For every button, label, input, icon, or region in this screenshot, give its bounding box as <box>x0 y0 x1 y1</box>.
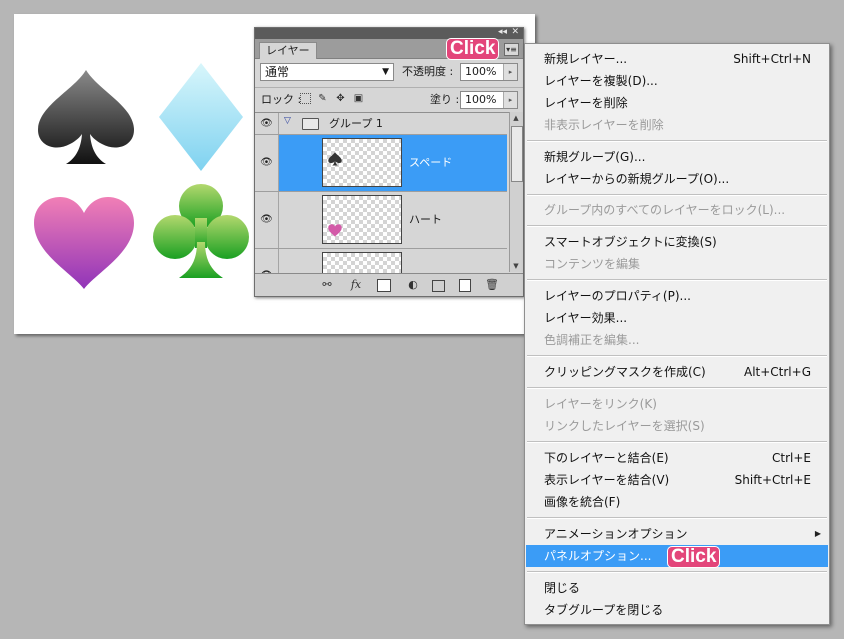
click-annotation-badge: Click <box>447 39 499 59</box>
link-icon[interactable]: ⚯ <box>319 278 335 292</box>
spade-shape <box>38 70 134 164</box>
menu-item-animation-options[interactable]: アニメーションオプション ▶ <box>526 523 828 545</box>
visibility-cell[interactable]: 👁 <box>255 249 279 273</box>
menu-item-merge-visible[interactable]: 表示レイヤーを結合(V) Shift+Ctrl+E <box>526 469 828 491</box>
adjustment-icon[interactable]: ◐ <box>405 278 421 292</box>
panel-menu-icon[interactable]: ▾≡ <box>504 43 519 56</box>
layer-row[interactable]: 👁 <box>255 249 507 273</box>
layers-scrollbar[interactable]: ▲ ▼ <box>509 112 523 272</box>
eye-icon[interactable]: 👁 <box>260 158 273 168</box>
menu-item-select-linked-layers[interactable]: リンクしたレイヤーを選択(S) <box>526 415 828 437</box>
lock-label: ロック : <box>261 93 302 106</box>
folder-icon <box>302 118 319 130</box>
menu-item-close[interactable]: 閉じる <box>526 577 828 599</box>
menu-item-group-from-layers[interactable]: レイヤーからの新規グループ(O)... <box>526 168 828 190</box>
opacity-value: 100% <box>465 65 497 78</box>
fill-label: 塗り : <box>430 93 460 106</box>
menu-separator <box>527 279 827 281</box>
fill-value: 100% <box>465 93 497 106</box>
menu-item-new-layer[interactable]: 新規レイヤー... Shift+Ctrl+N <box>526 48 828 70</box>
menu-item-duplicate-layer[interactable]: レイヤーを複製(D)... <box>526 70 828 92</box>
dropdown-arrow-icon: ▼ <box>382 67 389 77</box>
blend-opacity-row: 通常 ▼ 不透明度 : 100% ▸ <box>255 59 523 85</box>
menu-item-lock-group-layers[interactable]: グループ内のすべてのレイヤーをロック(L)... <box>526 199 828 221</box>
menu-separator <box>527 517 827 519</box>
trash-icon[interactable]: 🗑 <box>485 278 499 292</box>
layer-row-group[interactable]: 👁 ▽ グループ 1 <box>255 113 507 135</box>
lock-transparency-icon[interactable] <box>300 93 311 104</box>
club-shape <box>153 184 249 278</box>
menu-separator <box>527 194 827 196</box>
panel-footer: ⚯ fx ◐ 🗑 <box>255 273 523 296</box>
menu-item-edit-adjustment[interactable]: 色調補正を編集... <box>526 329 828 351</box>
tab-layers[interactable]: レイヤー <box>259 42 317 59</box>
layer-row-selected[interactable]: 👁 スペード <box>255 135 507 192</box>
layer-thumbnail <box>322 138 402 187</box>
menu-item-create-clipping-mask[interactable]: クリッピングマスクを作成(C) Alt+Ctrl+G <box>526 361 828 383</box>
menu-item-layer-effects[interactable]: レイヤー効果... <box>526 307 828 329</box>
eye-icon[interactable]: 👁 <box>260 215 273 225</box>
layers-list: 👁 ▽ グループ 1 👁 スペード 👁 ハート <box>255 112 523 273</box>
heart-shape <box>34 197 134 289</box>
scroll-thumb[interactable] <box>511 126 523 182</box>
fx-icon[interactable]: fx <box>347 278 365 292</box>
fill-field[interactable]: 100% ▸ <box>460 91 518 109</box>
lock-pixels-icon[interactable]: ✎ <box>317 93 328 104</box>
spade-thumb-icon <box>328 152 342 166</box>
layer-thumbnail <box>322 252 402 273</box>
menu-item-flatten-image[interactable]: 画像を統合(F) <box>526 491 828 513</box>
scroll-down-icon[interactable]: ▼ <box>510 260 522 272</box>
menu-separator <box>527 387 827 389</box>
layer-name: スペード <box>409 156 453 169</box>
menu-separator <box>527 571 827 573</box>
panel-context-menu: 新規レイヤー... Shift+Ctrl+N レイヤーを複製(D)... レイヤー… <box>524 43 830 625</box>
heart-thumb-icon <box>328 224 342 237</box>
menu-separator <box>527 441 827 443</box>
menu-item-edit-contents[interactable]: コンテンツを編集 <box>526 253 828 275</box>
visibility-cell[interactable]: 👁 <box>255 135 279 191</box>
layers-panel: ◂◂ ✕ レイヤー ▾≡ 通常 ▼ 不透明度 : 100% ▸ ロック : ✎ … <box>254 27 524 297</box>
layer-name: ハート <box>409 213 442 226</box>
menu-item-link-layers[interactable]: レイヤーをリンク(K) <box>526 393 828 415</box>
menu-item-new-group[interactable]: 新規グループ(G)... <box>526 146 828 168</box>
blend-mode-value: 通常 <box>265 65 290 79</box>
fill-stepper-icon[interactable]: ▸ <box>503 92 517 108</box>
layer-name: グループ 1 <box>329 117 383 130</box>
visibility-cell[interactable]: 👁 <box>255 192 279 248</box>
diamond-shape <box>159 63 243 171</box>
blend-mode-select[interactable]: 通常 ▼ <box>260 63 394 81</box>
layer-row[interactable]: 👁 ハート <box>255 192 507 249</box>
menu-separator <box>527 225 827 227</box>
new-group-icon[interactable] <box>432 280 445 292</box>
menu-item-close-tab-group[interactable]: タブグループを閉じる <box>526 599 828 621</box>
layer-thumbnail <box>322 195 402 244</box>
menu-item-delete-layer[interactable]: レイヤーを削除 <box>526 92 828 114</box>
mask-icon[interactable] <box>377 279 391 292</box>
menu-item-layer-properties[interactable]: レイヤーのプロパティ(P)... <box>526 285 828 307</box>
lock-all-icon[interactable]: ▣ <box>353 93 364 104</box>
opacity-label: 不透明度 : <box>402 65 454 78</box>
menu-item-merge-down[interactable]: 下のレイヤーと結合(E) Ctrl+E <box>526 447 828 469</box>
menu-item-convert-smart-object[interactable]: スマートオブジェクトに変換(S) <box>526 231 828 253</box>
menu-separator <box>527 140 827 142</box>
expand-triangle-icon[interactable]: ▽ <box>284 116 291 126</box>
menu-separator <box>527 355 827 357</box>
close-icon[interactable]: ✕ <box>511 26 519 39</box>
submenu-arrow-icon: ▶ <box>814 529 821 538</box>
collapse-icon[interactable]: ◂◂ <box>498 26 507 39</box>
visibility-cell[interactable]: 👁 <box>255 113 279 134</box>
menu-item-delete-hidden-layers[interactable]: 非表示レイヤーを削除 <box>526 114 828 136</box>
lock-fill-row: ロック : ✎ ✥ ▣ 塗り : 100% ▸ <box>255 87 523 112</box>
scroll-up-icon[interactable]: ▲ <box>510 112 522 124</box>
click-annotation-badge: Click <box>668 547 720 567</box>
eye-icon[interactable]: 👁 <box>260 119 273 129</box>
new-layer-icon[interactable] <box>459 279 471 292</box>
opacity-field[interactable]: 100% ▸ <box>460 63 518 81</box>
opacity-stepper-icon[interactable]: ▸ <box>503 64 517 80</box>
lock-position-icon[interactable]: ✥ <box>335 93 346 104</box>
